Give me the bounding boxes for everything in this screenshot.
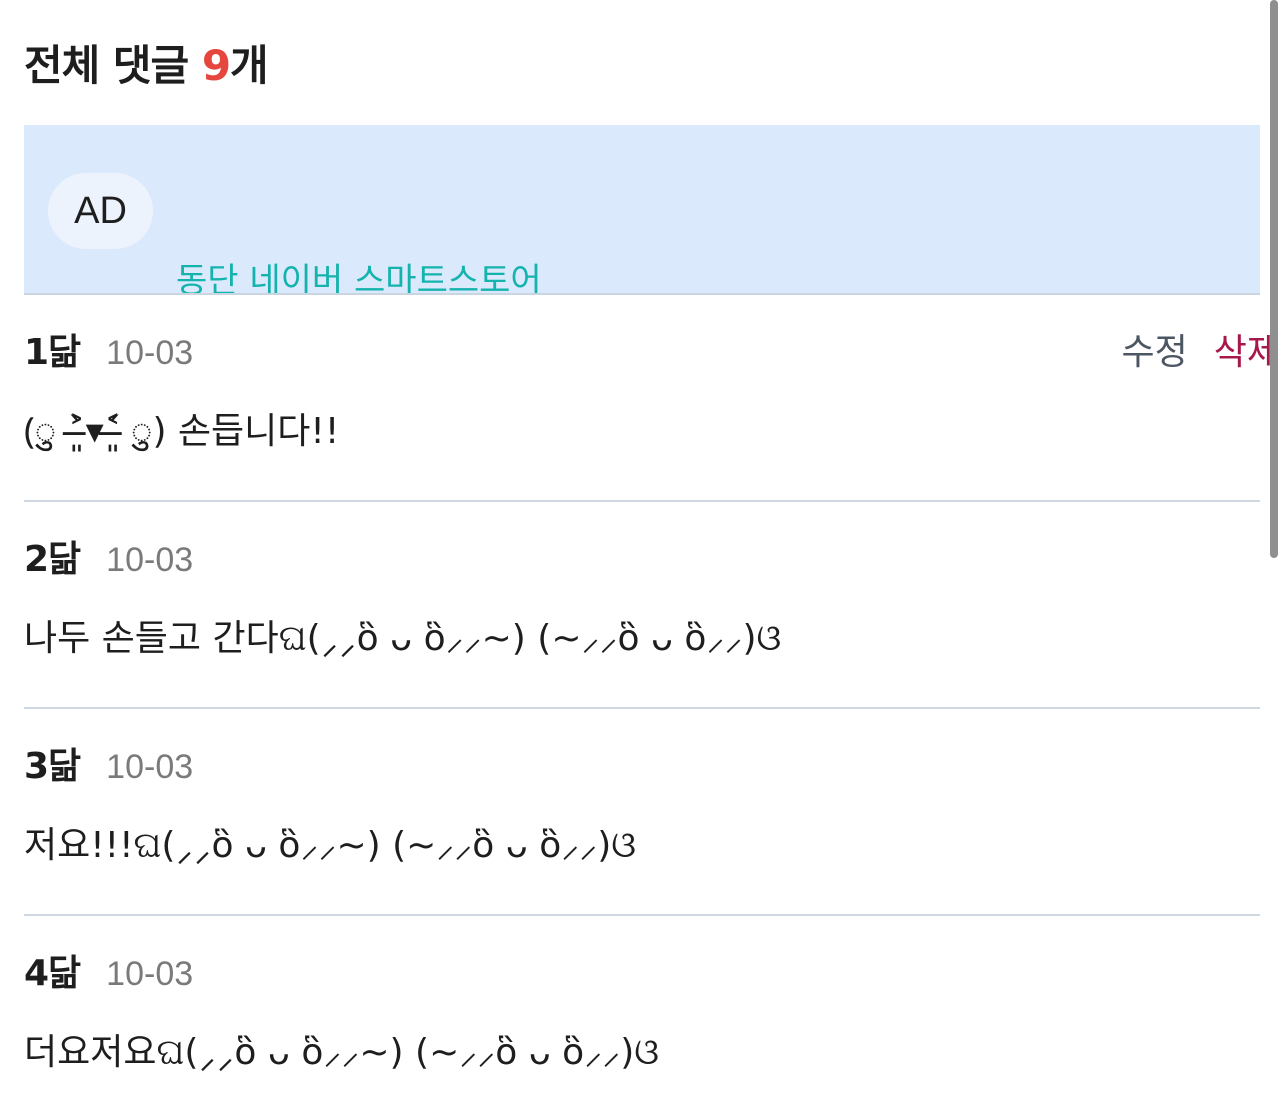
comment-item: 3닮 10-03 저요!!!ଘ(⸝⸝ὃ ᴗ ὃ⸝⸝~) (~⸝⸝ὃ ᴗ ὃ⸝⸝)… <box>24 709 1260 916</box>
comment-date: 10-03 <box>106 334 194 372</box>
comment-count: 9 <box>201 41 231 90</box>
comment-text: (ु ˃̶͈̀▾˂̶͈́ ु) 손듭니다!! <box>24 411 340 452</box>
comment-author[interactable]: 1닮 <box>24 323 81 375</box>
comment-meta: 1닮 10-03 <box>24 323 193 373</box>
ad-banner[interactable]: AD 동단 네이버 스마트스토어 <box>24 125 1260 295</box>
comment-meta: 2닮 10-03 <box>24 530 193 580</box>
comment-author[interactable]: 3닮 <box>24 737 81 789</box>
comments-header: 전체 댓글 9개 <box>24 36 269 96</box>
comment-item: 4닮 10-03 더요저요ଘ(⸝⸝ὃ ᴗ ὃ⸝⸝~) (~⸝⸝ὃ ᴗ ὃ⸝⸝)ଓ <box>24 916 1260 1106</box>
comment-date: 10-03 <box>106 541 194 579</box>
comment-author[interactable]: 2닮 <box>24 530 81 582</box>
header-title-suffix: 개 <box>230 41 269 90</box>
comment-actions: 수정 삭제 <box>1122 323 1281 375</box>
comment-text: 저요!!!ଘ(⸝⸝ὃ ᴗ ὃ⸝⸝~) (~⸝⸝ὃ ᴗ ὃ⸝⸝)ଓ <box>24 825 637 866</box>
ad-title[interactable]: 동단 네이버 스마트스토어 <box>176 261 542 293</box>
comment-meta: 3닮 10-03 <box>24 737 193 787</box>
comments-page: 전체 댓글 9개 AD 동단 네이버 스마트스토어 1닮 10-03 수정 삭제… <box>0 0 1284 1106</box>
comment-item: 2닮 10-03 나두 손들고 간다ଘ(⸝⸝ὃ ᴗ ὃ⸝⸝~) (~⸝⸝ὃ ᴗ … <box>24 502 1260 709</box>
comment-meta: 4닮 10-03 <box>24 944 193 994</box>
comment-date: 10-03 <box>106 748 194 786</box>
scrollbar[interactable] <box>1270 0 1278 558</box>
comment-date: 10-03 <box>106 955 194 993</box>
comment-author[interactable]: 4닮 <box>24 944 81 996</box>
header-title: 전체 댓글 <box>24 41 202 90</box>
comment-text: 더요저요ଘ(⸝⸝ὃ ᴗ ὃ⸝⸝~) (~⸝⸝ὃ ᴗ ὃ⸝⸝)ଓ <box>24 1032 660 1073</box>
edit-button[interactable]: 수정 <box>1122 323 1188 375</box>
comment-text: 나두 손들고 간다ଘ(⸝⸝ὃ ᴗ ὃ⸝⸝~) (~⸝⸝ὃ ᴗ ὃ⸝⸝)ଓ <box>24 618 782 659</box>
comment-item: 1닮 10-03 수정 삭제 (ु ˃̶͈̀▾˂̶͈́ ु) 손듭니다!! <box>24 295 1280 502</box>
ad-badge: AD <box>48 173 153 249</box>
